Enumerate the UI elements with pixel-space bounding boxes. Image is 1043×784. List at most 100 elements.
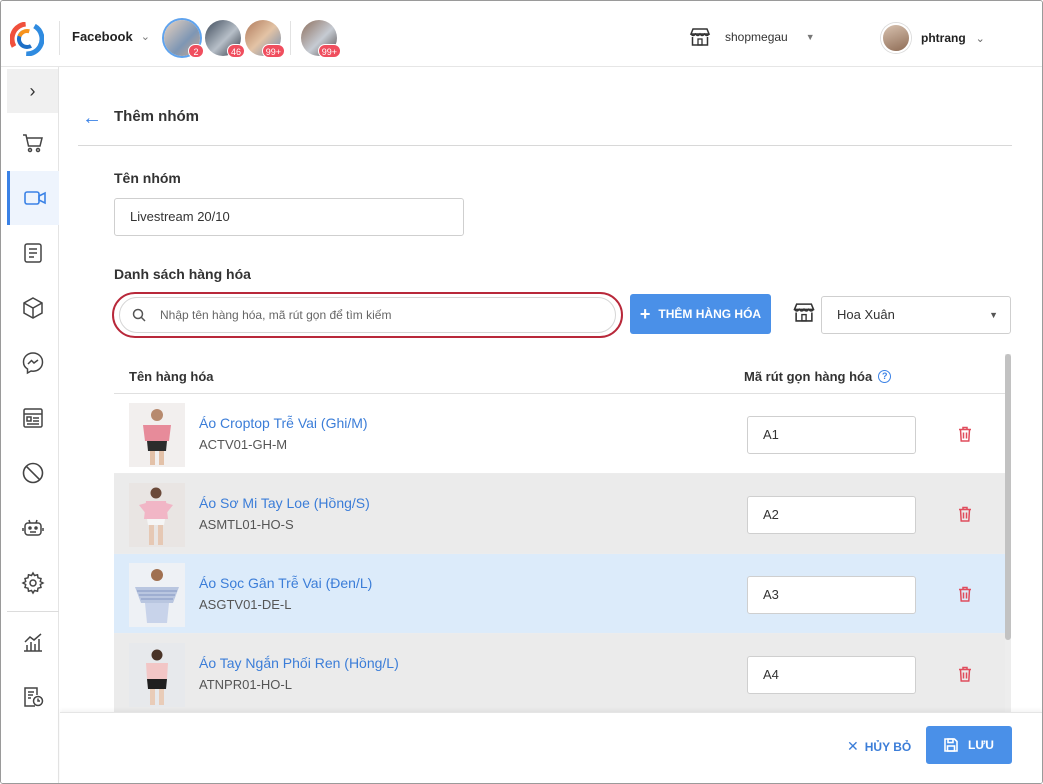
table-header: Tên hàng hóa Mã rút gọn hàng hóa ?: [114, 354, 1006, 394]
divider: [78, 145, 1012, 146]
search-highlight-ring: Nhập tên hàng hóa, mã rút gọn để tìm kiế…: [112, 292, 623, 338]
product-name-link[interactable]: Áo Sọc Gân Trễ Vai (Đen/L): [199, 575, 372, 591]
help-icon[interactable]: ?: [878, 370, 892, 383]
footer-bar: ✕ HỦY BỎ LƯU: [60, 712, 1042, 783]
app-window: Facebook ⌄ 2 46 99+ 99+ shopmegau ▼ phtr…: [0, 0, 1043, 784]
box-icon: [23, 297, 43, 319]
sidebar-item-analytics[interactable]: [7, 615, 59, 669]
avatar: [881, 23, 911, 53]
user-name: phtrang: [921, 31, 966, 45]
group-name-input[interactable]: Livestream 20/10: [114, 198, 464, 236]
sidebar-item-reports[interactable]: [7, 670, 59, 724]
notification-badge: 46: [226, 44, 245, 58]
store-select[interactable]: Hoa Xuân ▼: [821, 296, 1011, 334]
page-avatar-3[interactable]: 99+: [245, 20, 285, 58]
sidebar-divider: [7, 611, 59, 612]
product-table: Tên hàng hóa Mã rút gọn hàng hóa ? Áo Cr…: [114, 354, 1006, 712]
product-thumbnail: [129, 403, 185, 467]
trash-icon[interactable]: [958, 666, 972, 682]
product-search-input[interactable]: Nhập tên hàng hóa, mã rút gọn để tìm kiế…: [119, 297, 616, 333]
chart-icon: [24, 633, 42, 652]
messenger-icon: [22, 352, 44, 375]
page-avatar-2[interactable]: 46: [205, 20, 245, 58]
product-thumbnail: [129, 643, 185, 707]
sidebar-item-blocked[interactable]: [7, 446, 59, 500]
notification-badge: 99+: [261, 44, 285, 58]
floppy-disk-icon: [944, 738, 958, 752]
column-header-code-overlay: hàng hóa: [812, 369, 873, 384]
trash-icon[interactable]: [958, 586, 972, 602]
add-product-label: THÊM HÀNG HÓA: [658, 307, 762, 321]
short-code-input[interactable]: A3: [747, 576, 916, 614]
sidebar-item-products[interactable]: [7, 281, 59, 335]
short-code-input[interactable]: A1: [747, 416, 916, 454]
save-label: LƯU: [968, 738, 994, 752]
product-list-label: Danh sách hàng hóa: [114, 266, 251, 282]
app-logo[interactable]: [10, 22, 44, 56]
product-sku: ASMTL01-HO-S: [199, 517, 294, 532]
user-menu[interactable]: phtrang ⌄: [881, 23, 985, 53]
sidebar-item-messages[interactable]: [7, 336, 59, 390]
caret-down-icon: ▼: [989, 310, 998, 320]
chevron-right-icon: ›: [29, 80, 36, 101]
sidebar-item-posts[interactable]: [7, 226, 59, 280]
channel-selector[interactable]: Facebook ⌄: [72, 29, 150, 44]
product-sku: ATNPR01-HO-L: [199, 677, 292, 692]
page-avatar-1[interactable]: 2: [164, 20, 204, 58]
cancel-label: HỦY BỎ: [864, 739, 912, 754]
page-title: Thêm nhóm: [114, 108, 199, 125]
chevron-down-icon: ⌄: [140, 31, 150, 43]
product-sku: ASGTV01-DE-L: [199, 597, 292, 612]
sidebar-item-bot[interactable]: [7, 501, 59, 555]
add-product-button[interactable]: + THÊM HÀNG HÓA: [630, 294, 771, 334]
back-arrow-icon[interactable]: ←: [82, 107, 102, 130]
shop-name: shopmegau: [725, 30, 788, 44]
sidebar-item-settings[interactable]: [7, 556, 59, 610]
block-icon: [22, 462, 44, 484]
trash-icon[interactable]: [958, 426, 972, 442]
trash-icon[interactable]: [958, 506, 972, 522]
notification-badge: 99+: [317, 44, 341, 58]
column-header-code-label: Mã rút gọn: [744, 369, 811, 384]
report-clock-icon: [24, 687, 44, 707]
column-header-name: Tên hàng hóa: [129, 369, 214, 384]
chevron-down-icon: ⌄: [975, 32, 985, 45]
product-name-link[interactable]: Áo Sơ Mi Tay Loe (Hồng/S): [199, 495, 370, 511]
product-name-link[interactable]: Áo Croptop Trễ Vai (Ghi/M): [199, 415, 368, 431]
shop-selector[interactable]: shopmegau ▼: [689, 27, 815, 47]
sidebar-item-customers[interactable]: [7, 391, 59, 445]
document-icon: [24, 243, 42, 263]
product-name-link[interactable]: Áo Tay Ngắn Phối Ren (Hồng/L): [199, 655, 399, 671]
table-row[interactable]: Áo Sọc Gân Trễ Vai (Đen/L) ASGTV01-DE-L …: [114, 554, 1006, 634]
plus-icon: +: [639, 304, 651, 324]
main-content: ← Thêm nhóm Tên nhóm Livestream 20/10 Da…: [60, 67, 1042, 783]
search-icon: [132, 308, 146, 322]
settings-icon: [21, 571, 45, 595]
sidebar-item-orders[interactable]: [7, 116, 59, 170]
notification-badge: 2: [188, 44, 204, 58]
divider: [59, 21, 60, 55]
scrollbar-thumb[interactable]: [1005, 354, 1011, 640]
table-row[interactable]: Áo Croptop Trễ Vai (Ghi/M) ACTV01-GH-M A…: [114, 394, 1006, 474]
video-icon: [23, 191, 46, 205]
column-header-code: Mã rút gọn hàng hóa ?: [744, 369, 892, 384]
page-avatar-4[interactable]: 99+: [301, 20, 341, 58]
store-select-value: Hoa Xuân: [837, 307, 895, 322]
product-sku: ACTV01-GH-M: [199, 437, 288, 452]
channel-label: Facebook: [72, 29, 133, 44]
table-row[interactable]: Áo Tay Ngắn Phối Ren (Hồng/L) ATNPR01-HO…: [114, 634, 1006, 712]
table-row[interactable]: Áo Sơ Mi Tay Loe (Hồng/S) ASMTL01-HO-S A…: [114, 474, 1006, 554]
sidebar-item-livestream[interactable]: [7, 171, 59, 225]
cancel-button[interactable]: ✕ HỦY BỎ: [847, 738, 911, 755]
divider: [290, 21, 291, 55]
store-icon: [689, 28, 711, 46]
top-bar: Facebook ⌄ 2 46 99+ 99+ shopmegau ▼ phtr…: [1, 1, 1042, 67]
product-thumbnail: [129, 483, 185, 547]
short-code-input[interactable]: A4: [747, 656, 916, 694]
search-placeholder: Nhập tên hàng hóa, mã rút gọn để tìm kiế…: [160, 308, 392, 322]
store-icon: [793, 303, 815, 322]
close-icon: ✕: [847, 738, 859, 754]
short-code-input[interactable]: A2: [747, 496, 916, 534]
save-button[interactable]: LƯU: [926, 726, 1012, 764]
expand-sidebar-button[interactable]: ›: [7, 69, 58, 113]
